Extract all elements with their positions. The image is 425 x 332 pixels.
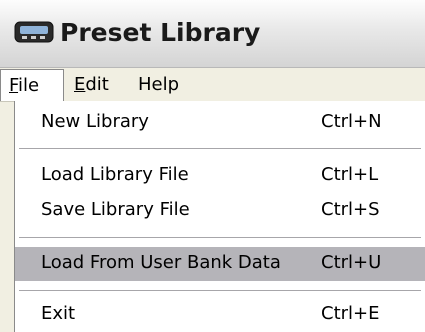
menu-separator	[19, 148, 421, 149]
menu-edit-rest: dit	[85, 74, 109, 95]
menu-item-label: Load From User Bank Data	[41, 252, 281, 273]
menu-separator	[19, 237, 421, 238]
menu-help[interactable]: Help	[130, 69, 187, 101]
menu-item-shortcut: Ctrl+E	[321, 303, 380, 324]
menu-file-rest: ile	[18, 75, 40, 96]
menu-item-shortcut: Ctrl+N	[321, 111, 382, 132]
menu-bar: File Edit Help	[0, 69, 425, 102]
menu-separator	[19, 290, 421, 291]
menu-item-label: New Library	[41, 111, 149, 132]
menu-help-label: Help	[138, 74, 180, 95]
menu-item-shortcut: Ctrl+S	[321, 199, 380, 220]
menu-edit-accel: E	[74, 74, 86, 95]
menu-item-new-library[interactable]: New Library Ctrl+N	[15, 106, 425, 140]
menu-item-label: Save Library File	[41, 199, 190, 220]
window-title: Preset Library	[60, 18, 261, 47]
menu-item-shortcut: Ctrl+U	[321, 252, 382, 273]
menu-item-shortcut: Ctrl+L	[321, 164, 379, 185]
menu-item-save-library-file[interactable]: Save Library File Ctrl+S	[15, 194, 425, 228]
title-bar[interactable]: Preset Library	[0, 0, 425, 68]
app-icon	[14, 21, 54, 43]
menu-item-label: Exit	[41, 303, 76, 324]
menu-item-load-from-user-bank-data[interactable]: Load From User Bank Data Ctrl+U	[15, 247, 425, 281]
file-dropdown-menu: New Library Ctrl+N Load Library File Ctr…	[14, 101, 425, 332]
menu-item-exit[interactable]: Exit Ctrl+E	[15, 298, 425, 332]
menu-file[interactable]: File	[0, 69, 64, 101]
menu-edit[interactable]: Edit	[66, 69, 117, 101]
menu-file-accel: F	[9, 75, 19, 96]
menu-item-label: Load Library File	[41, 164, 189, 185]
menu-item-load-library-file[interactable]: Load Library File Ctrl+L	[15, 159, 425, 193]
